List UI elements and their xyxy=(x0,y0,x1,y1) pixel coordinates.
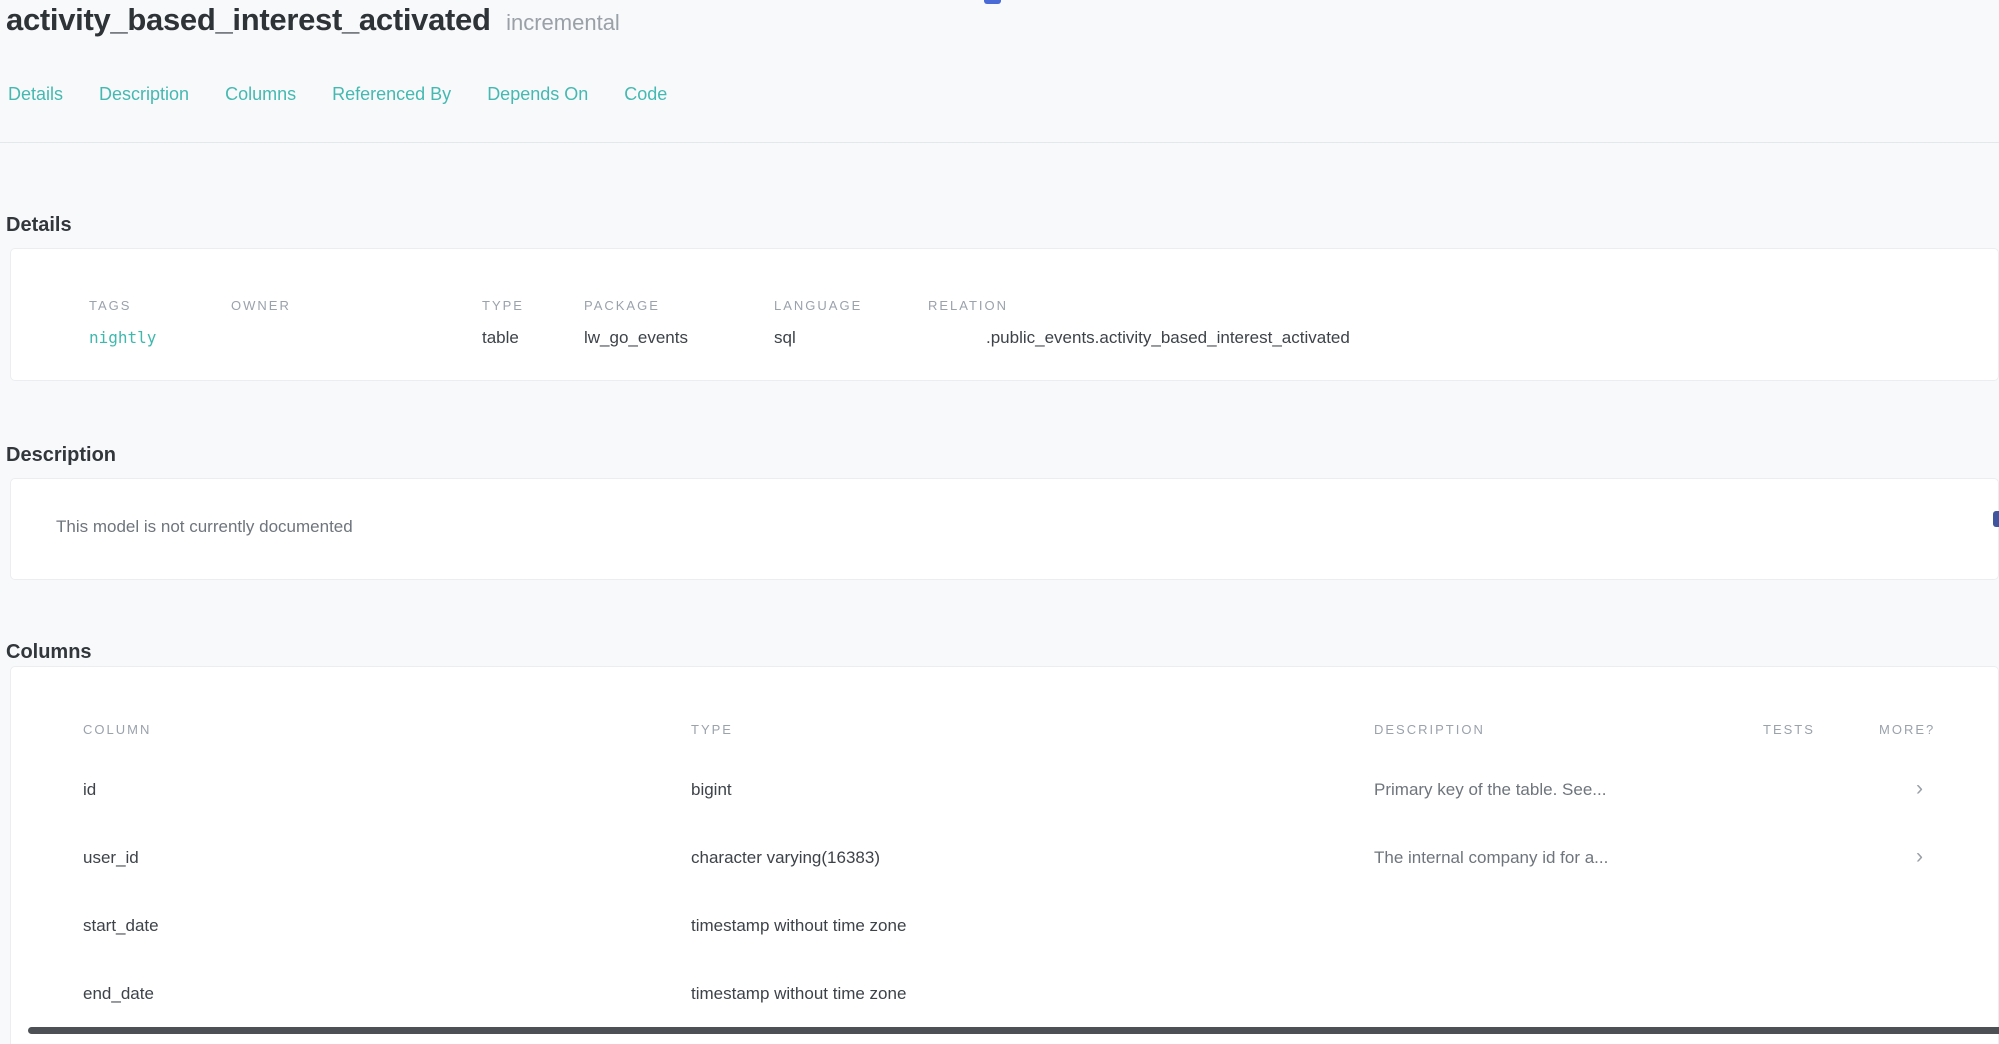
header-divider xyxy=(0,142,1999,143)
chevron-right-icon[interactable]: › xyxy=(1916,848,1923,865)
clipped-right-edge-button[interactable] xyxy=(1993,511,1999,527)
page-header: activity_based_interest_activated increm… xyxy=(6,2,620,38)
cell-column-type: timestamp without time zone xyxy=(691,916,906,936)
cell-column-name: end_date xyxy=(83,984,154,1004)
cell-column-description: Primary key of the table. See... xyxy=(1374,780,1606,800)
header-type: TYPE xyxy=(691,722,733,737)
table-row-user-id[interactable]: user_id character varying(16383) The int… xyxy=(11,848,1998,898)
table-row-start-date[interactable]: start_date timestamp without time zone xyxy=(11,916,1998,966)
details-card: TAGS nightly OWNER TYPE table PACKAGE lw… xyxy=(10,248,1999,381)
package-value: lw_go_events xyxy=(584,328,688,348)
field-language: LANGUAGE sql xyxy=(774,298,862,348)
header-more: MORE? xyxy=(1879,722,1935,737)
tab-code[interactable]: Code xyxy=(624,84,667,105)
tab-details[interactable]: Details xyxy=(8,84,63,105)
details-heading: Details xyxy=(6,214,72,237)
clipped-top-element xyxy=(984,0,1001,4)
field-owner: OWNER xyxy=(231,298,291,328)
language-value: sql xyxy=(774,328,862,348)
tab-description[interactable]: Description xyxy=(99,84,189,105)
columns-heading: Columns xyxy=(6,641,92,664)
description-heading: Description xyxy=(6,444,116,467)
materialization-badge: incremental xyxy=(506,10,620,35)
header-column: COLUMN xyxy=(83,722,151,737)
cell-column-type: bigint xyxy=(691,780,732,800)
header-description: DESCRIPTION xyxy=(1374,722,1485,737)
tag-nightly[interactable]: nightly xyxy=(89,328,156,347)
field-tags: TAGS nightly xyxy=(89,298,156,347)
field-package: PACKAGE lw_go_events xyxy=(584,298,688,348)
field-type: TYPE table xyxy=(482,298,524,348)
page-title: activity_based_interest_activated xyxy=(6,2,491,37)
header-tests: TESTS xyxy=(1763,722,1815,737)
section-nav: Details Description Columns Referenced B… xyxy=(8,84,667,105)
cell-column-type: character varying(16383) xyxy=(691,848,880,868)
columns-card: COLUMN TYPE DESCRIPTION TESTS MORE? id b… xyxy=(10,666,1999,1044)
relation-value: .public_events.activity_based_interest_a… xyxy=(986,328,1350,348)
type-label: TYPE xyxy=(482,298,524,313)
description-text: This model is not currently documented xyxy=(56,517,353,537)
horizontal-scrollbar-thumb[interactable] xyxy=(28,1027,1999,1034)
cell-column-description: The internal company id for a... xyxy=(1374,848,1608,868)
description-card: This model is not currently documented xyxy=(10,478,1999,580)
table-row-id[interactable]: id bigint Primary key of the table. See.… xyxy=(11,780,1998,830)
relation-label: RELATION xyxy=(928,298,1350,313)
field-relation: RELATION .public_events.activity_based_i… xyxy=(928,298,1350,348)
cell-column-type: timestamp without time zone xyxy=(691,984,906,1004)
tab-columns[interactable]: Columns xyxy=(225,84,296,105)
cell-column-name: user_id xyxy=(83,848,139,868)
model-docs-page: { "header": { "title": "activity_based_i… xyxy=(0,0,1999,1034)
cell-column-name: id xyxy=(83,780,96,800)
cell-column-name: start_date xyxy=(83,916,159,936)
type-value: table xyxy=(482,328,524,348)
tab-depends-on[interactable]: Depends On xyxy=(487,84,588,105)
language-label: LANGUAGE xyxy=(774,298,862,313)
owner-label: OWNER xyxy=(231,298,291,313)
tags-label: TAGS xyxy=(89,298,156,313)
chevron-right-icon[interactable]: › xyxy=(1916,780,1923,797)
package-label: PACKAGE xyxy=(584,298,688,313)
tab-referenced-by[interactable]: Referenced By xyxy=(332,84,451,105)
